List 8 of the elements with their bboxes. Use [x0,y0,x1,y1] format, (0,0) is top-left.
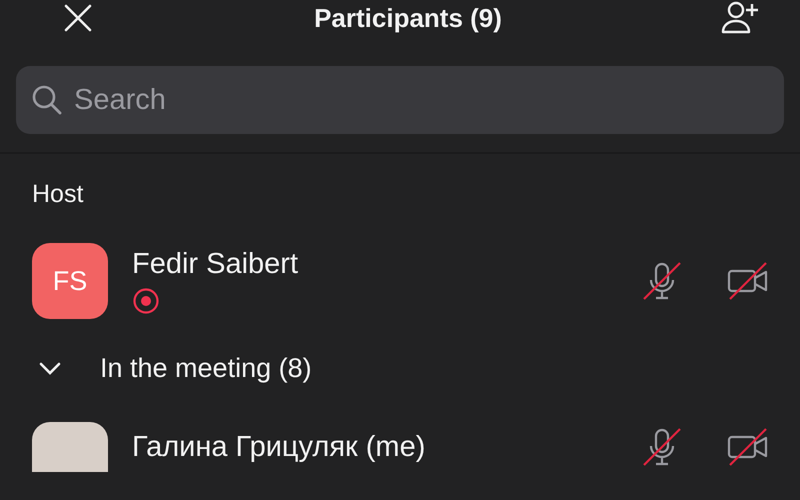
window-title: Participants (9) [314,2,502,34]
search-field[interactable]: Search [16,66,784,134]
group-label[interactable]: In the meeting (8) [100,353,312,384]
participant-name: Галина Грицуляк (me) [132,430,426,464]
participant-name: Fedir Saibert [132,248,298,280]
section-label: Host [31,179,84,210]
add-person-icon[interactable] [720,0,760,36]
avatar: FS [32,243,108,319]
